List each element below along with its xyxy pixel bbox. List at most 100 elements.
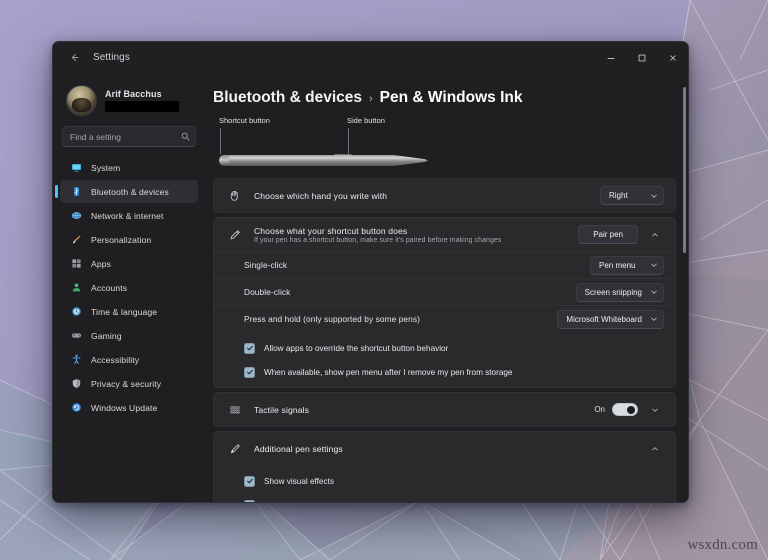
tactile-signals-row[interactable]: Tactile signals On: [214, 393, 675, 426]
apps-grid-icon: [69, 258, 84, 269]
tactile-signals-expander[interactable]: [645, 400, 664, 419]
window-titlebar: Settings: [53, 42, 688, 73]
double-click-row[interactable]: Double-click Screen snipping: [214, 278, 675, 305]
shortcut-button-text: Choose what your shortcut button does If…: [254, 226, 578, 244]
allow-apps-override-row[interactable]: Allow apps to override the shortcut butt…: [214, 335, 675, 361]
pen-settings-icon: [225, 443, 245, 455]
shortcut-button-controls: Pair pen: [578, 225, 664, 244]
show-cursor-row[interactable]: Show cursor: [214, 494, 675, 502]
handedness-value: Right: [609, 191, 628, 200]
chevron-down-icon: [650, 288, 658, 296]
window-body: Arif Bacchus Find a setting System Bluet…: [53, 73, 688, 502]
handedness-card: Choose which hand you write with Right: [213, 178, 676, 213]
minimize-icon: [607, 57, 614, 59]
sidebar-item-accessibility[interactable]: Accessibility: [60, 348, 198, 371]
breadcrumb: Bluetooth & devices › Pen & Windows Ink: [213, 89, 676, 107]
maximize-button[interactable]: [626, 42, 657, 73]
sidebar-item-label: Apps: [91, 258, 111, 269]
sidebar-item-label: Network & internet: [91, 210, 164, 221]
breadcrumb-parent[interactable]: Bluetooth & devices: [213, 89, 362, 107]
account-block[interactable]: Arif Bacchus: [66, 78, 198, 122]
pair-pen-button[interactable]: Pair pen: [578, 225, 638, 244]
minimize-button[interactable]: [595, 42, 626, 73]
additional-pen-settings-card: Additional pen settings Show visual effe…: [213, 431, 676, 502]
single-click-dropdown[interactable]: Pen menu: [590, 255, 664, 275]
sidebar-item-gaming[interactable]: Gaming: [60, 324, 198, 347]
press-and-hold-dropdown[interactable]: Microsoft Whiteboard: [557, 309, 664, 329]
monitor-icon: [69, 162, 84, 173]
sidebar-item-windows-update[interactable]: Windows Update: [60, 396, 198, 419]
additional-pen-settings-text: Additional pen settings: [254, 444, 645, 454]
additional-pen-settings-expander[interactable]: [645, 439, 664, 458]
sidebar-item-accounts[interactable]: Accounts: [60, 276, 198, 299]
chevron-down-icon: [650, 261, 658, 269]
back-button[interactable]: [61, 47, 87, 69]
pen-shortcut-button-label: Shortcut button: [219, 116, 270, 125]
press-and-hold-row[interactable]: Press and hold (only supported by some p…: [214, 305, 675, 332]
show-visual-effects-label: Show visual effects: [264, 476, 334, 486]
sidebar: Arif Bacchus Find a setting System Bluet…: [53, 73, 205, 502]
accessibility-icon: [69, 354, 84, 365]
person-badge-icon: [69, 282, 84, 293]
allow-apps-override-checkbox[interactable]: [244, 342, 255, 354]
press-and-hold-value: Microsoft Whiteboard: [566, 314, 642, 324]
show-visual-effects-checkbox[interactable]: [244, 475, 255, 487]
handedness-title: Choose which hand you write with: [254, 190, 388, 201]
show-visual-effects-row[interactable]: Show visual effects: [214, 468, 675, 494]
desktop: wsxdn.com Settings Arif Bacchus Find a s…: [0, 0, 768, 560]
maximize-icon: [638, 54, 645, 61]
sidebar-item-network-internet[interactable]: Network & internet: [60, 204, 198, 227]
show-pen-menu-checkbox[interactable]: [244, 366, 255, 378]
single-click-row[interactable]: Single-click Pen menu: [214, 251, 675, 278]
gamepad-icon: [69, 330, 84, 341]
pen-icon: [225, 229, 245, 241]
sidebar-item-apps[interactable]: Apps: [60, 252, 198, 275]
show-pen-menu-row[interactable]: When available, show pen menu after I re…: [214, 361, 675, 387]
handedness-dropdown[interactable]: Right: [600, 186, 664, 205]
content-scrollbar-thumb[interactable]: [683, 87, 686, 253]
close-button[interactable]: [657, 42, 688, 73]
sidebar-item-system[interactable]: System: [60, 156, 198, 179]
search-box[interactable]: [62, 126, 196, 147]
sidebar-item-time-language[interactable]: Time & language: [60, 300, 198, 323]
check-icon: [246, 501, 254, 502]
shortcut-button-header-row[interactable]: Choose what your shortcut button does If…: [214, 218, 675, 251]
chevron-down-icon: [650, 192, 658, 200]
handedness-row[interactable]: Choose which hand you write with Right: [214, 179, 675, 212]
sidebar-item-label: Windows Update: [91, 402, 158, 413]
account-text: Arif Bacchus: [105, 89, 179, 112]
close-icon: [669, 54, 676, 61]
double-click-dropdown[interactable]: Screen snipping: [575, 282, 664, 302]
chevron-down-icon: [651, 408, 658, 412]
additional-pen-settings-header-row[interactable]: Additional pen settings: [214, 432, 675, 465]
sidebar-item-personalization[interactable]: Personalization: [60, 228, 198, 251]
sidebar-item-privacy-security[interactable]: Privacy & security: [60, 372, 198, 395]
account-email-redaction: [105, 100, 179, 112]
tactile-signals-toggle[interactable]: [612, 403, 638, 416]
check-icon: [246, 369, 253, 375]
single-click-value: Pen menu: [599, 260, 636, 270]
sidebar-item-label: Time & language: [91, 306, 158, 317]
single-click-label: Single-click: [244, 260, 288, 270]
watermark: wsxdn.com: [687, 537, 758, 553]
show-cursor-label: Show cursor: [264, 501, 310, 503]
sidebar-item-bluetooth-devices[interactable]: Bluetooth & devices: [55, 180, 198, 203]
tactile-signals-controls: On: [594, 400, 664, 419]
sidebar-item-label: Accessibility: [91, 354, 140, 365]
content-scroll: Bluetooth & devices › Pen & Windows Ink …: [213, 73, 688, 502]
update-icon: [69, 402, 84, 413]
breadcrumb-separator: ›: [369, 93, 373, 105]
bluetooth-icon: [69, 186, 84, 197]
sidebar-item-label: Accounts: [91, 282, 128, 293]
check-icon: [246, 345, 253, 351]
search-input[interactable]: [70, 131, 181, 142]
sidebar-nav: System Bluetooth & devices Network & int…: [55, 156, 198, 419]
check-icon: [246, 478, 253, 484]
shortcut-button-expander[interactable]: [645, 225, 664, 244]
double-click-label: Double-click: [244, 287, 291, 297]
show-cursor-checkbox[interactable]: [244, 499, 255, 502]
sidebar-item-label: Personalization: [91, 234, 152, 245]
tactile-signals-card: Tactile signals On: [213, 392, 676, 427]
handedness-text: Choose which hand you write with: [254, 191, 600, 201]
pen-illustration: Shortcut button Side button: [213, 116, 676, 178]
